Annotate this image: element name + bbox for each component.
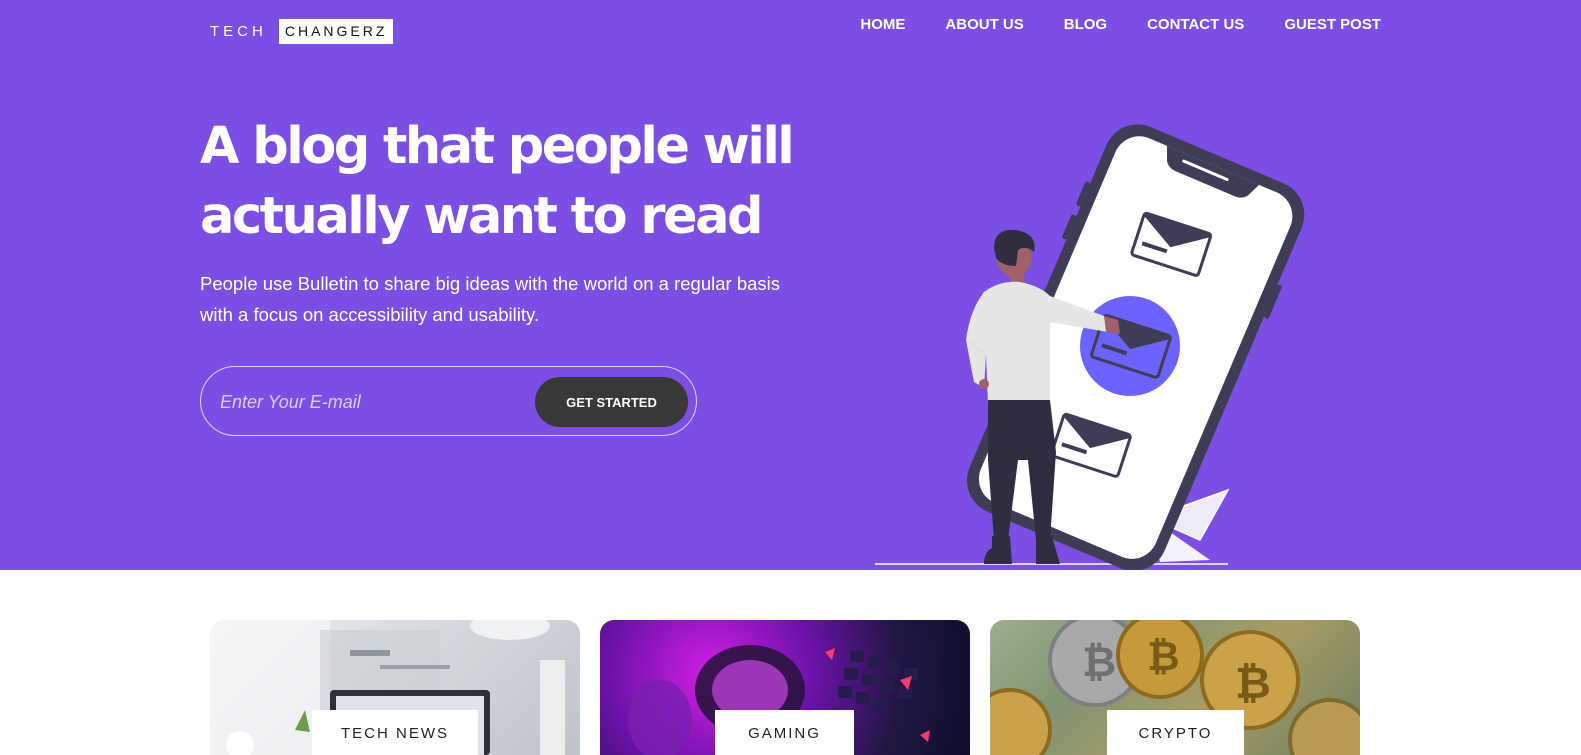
main-nav: HOME ABOUT US BLOG CONTACT US GUEST POST <box>860 16 1381 33</box>
email-input[interactable] <box>220 385 520 419</box>
logo-text-tech: TECH <box>210 23 267 40</box>
hero-subtext: People use Bulletin to share big ideas w… <box>200 273 781 325</box>
hero-headline: A blog that people will actually want to… <box>200 112 800 252</box>
category-card-tech-news[interactable]: TECH NEWS <box>210 620 580 755</box>
hero-section: TECH CHANGERZ HOME ABOUT US BLOG CONTACT… <box>0 0 1581 570</box>
category-label: GAMING <box>715 710 854 755</box>
nav-guest-post[interactable]: GUEST POST <box>1284 16 1381 33</box>
category-card-gaming[interactable]: GAMING <box>600 620 970 755</box>
hero-headline-line1: A blog that people will <box>200 117 795 176</box>
svg-text:₿: ₿ <box>1147 634 1180 680</box>
nav-home[interactable]: HOME <box>860 16 905 33</box>
nav-about-us[interactable]: ABOUT US <box>945 16 1023 33</box>
category-label: CRYPTO <box>1107 710 1244 755</box>
category-cards: TECH NEWS GAMING ₿ ₿ ₿ CRYPTO <box>0 620 1581 755</box>
svg-text:₿: ₿ <box>1082 637 1116 686</box>
site-logo[interactable]: TECH CHANGERZ <box>210 19 394 44</box>
logo-text-changerz: CHANGERZ <box>278 19 394 44</box>
email-signup-form: GET STARTED <box>200 366 697 436</box>
nav-blog[interactable]: BLOG <box>1064 16 1107 33</box>
hero-headline-line2: actually want to read <box>200 187 764 246</box>
get-started-button[interactable]: GET STARTED <box>535 377 688 427</box>
nav-contact-us[interactable]: CONTACT US <box>1147 16 1244 33</box>
svg-text:₿: ₿ <box>1235 658 1271 709</box>
category-card-crypto[interactable]: ₿ ₿ ₿ CRYPTO <box>990 620 1360 755</box>
person-phone-illustration <box>875 124 1305 570</box>
category-label: TECH NEWS <box>312 710 478 755</box>
